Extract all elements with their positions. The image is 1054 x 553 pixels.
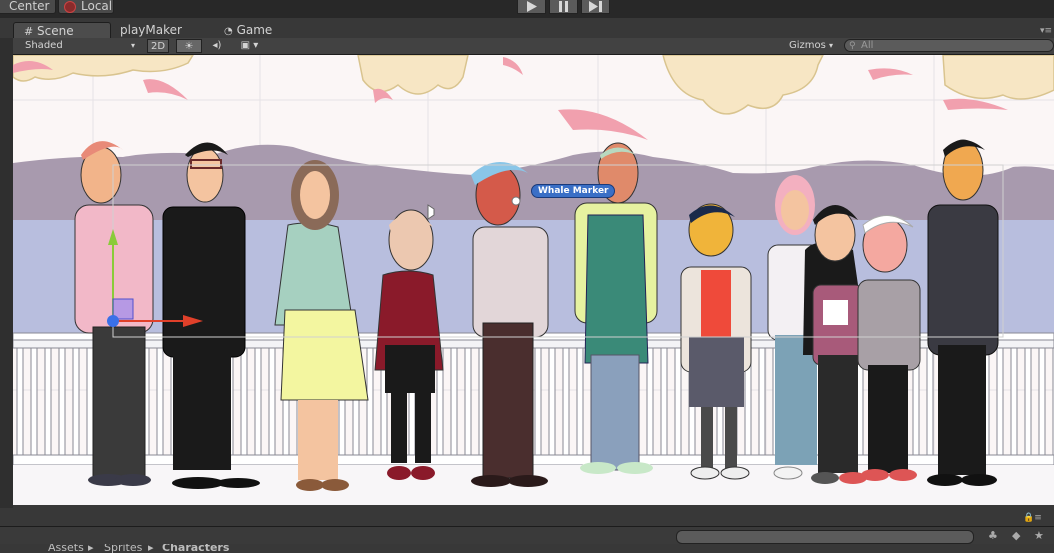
pause-icon [559, 1, 568, 12]
pivot-center-button[interactable]: Center [0, 0, 56, 14]
shading-mode-dropdown[interactable]: Shaded ▾ [13, 39, 141, 53]
baluster [86, 347, 94, 456]
tab-game-label: Game [236, 23, 273, 37]
gizmos-dropdown[interactable]: Gizmos ▾ [785, 39, 837, 53]
baluster [1010, 347, 1018, 456]
baluster [72, 347, 80, 456]
baluster [548, 347, 556, 456]
tab-playmaker-label: playMaker [120, 23, 182, 37]
baluster [1038, 347, 1046, 456]
baluster [156, 347, 164, 456]
search-placeholder: All [861, 40, 874, 51]
baluster [562, 347, 570, 456]
baluster [464, 347, 472, 456]
tab-game[interactable]: ◔ Game [224, 22, 272, 38]
lighting-toggle[interactable]: ☀ [176, 39, 202, 53]
gizmos-label: Gizmos [788, 40, 826, 51]
tab-scene[interactable]: # Scene [13, 22, 111, 38]
baluster [646, 347, 654, 456]
whale-marker-text: Whale Marker [538, 186, 609, 196]
baluster [534, 347, 542, 456]
tab-menu-icon[interactable]: ▾≡ [1040, 26, 1052, 36]
tab-scene-label: Scene [37, 24, 74, 38]
baluster [366, 347, 374, 456]
grid-icon: # [24, 25, 34, 38]
project-toolbar: 🔒≡ ♣ ◆ ★ [0, 513, 1054, 545]
mode-2d-label: 2D [150, 41, 166, 52]
play-icon [527, 1, 537, 12]
breadcrumb-separator: ▸ [148, 544, 154, 553]
shading-mode-value: Shaded [25, 40, 63, 51]
pivot-center-label: Center [9, 0, 50, 13]
baluster [996, 347, 1004, 456]
left-panel-edge [0, 38, 13, 508]
baluster [450, 347, 458, 456]
baluster [58, 347, 66, 456]
baluster [674, 347, 682, 456]
search-icon: ⚲ [849, 41, 856, 51]
step-button[interactable] [581, 0, 610, 14]
baluster [240, 347, 248, 456]
pivot-local-button[interactable]: Local [58, 0, 114, 14]
pacman-icon: ◔ [224, 26, 233, 37]
sun-icon: ☀ [184, 41, 194, 52]
dropdown-arrow-icon: ▾ [829, 41, 834, 50]
breadcrumb-characters[interactable]: Characters [162, 544, 229, 553]
baluster [576, 347, 584, 456]
project-search-input[interactable] [676, 530, 974, 544]
baluster [30, 347, 38, 456]
dropdown-arrow-icon: ▾ [131, 41, 136, 50]
play-button[interactable] [517, 0, 546, 14]
breadcrumb-separator: ▸ [88, 544, 94, 553]
lock-icon[interactable]: 🔒≡ [1023, 513, 1042, 523]
baluster [16, 347, 24, 456]
image-icon: ▣ ▾ [240, 40, 259, 51]
project-breadcrumb: Assets ▸ Sprites ▸ Characters [0, 544, 1054, 553]
filter-by-type-icon[interactable]: ♣ [988, 529, 998, 542]
scene-toolbar: Shaded ▾ 2D ☀ ◂) ▣ ▾ Gizmos ▾ ⚲ All [13, 38, 1054, 55]
mode-2d-toggle[interactable]: 2D [147, 39, 169, 53]
filter-by-label-icon[interactable]: ◆ [1012, 529, 1020, 542]
scene-artwork [13, 55, 1054, 505]
baluster [268, 347, 276, 456]
tab-playmaker[interactable]: playMaker [120, 22, 182, 38]
globe-icon [64, 1, 76, 13]
baluster [660, 347, 668, 456]
whale-marker-label[interactable]: Whale Marker [531, 184, 616, 198]
baluster [254, 347, 262, 456]
baluster [926, 347, 934, 456]
speaker-icon: ◂) [212, 40, 222, 51]
baluster [44, 347, 52, 456]
tab-bar: # Scene playMaker ◔ Game ▾≡ [0, 18, 1054, 38]
clouds [13, 55, 1054, 115]
playback-controls [517, 0, 610, 14]
audio-toggle[interactable]: ◂) [204, 39, 230, 53]
effects-toggle[interactable]: ▣ ▾ [233, 39, 266, 53]
pivot-local-label: Local [81, 0, 113, 13]
step-icon [589, 1, 602, 12]
baluster [758, 347, 766, 456]
pause-button[interactable] [549, 0, 578, 14]
breadcrumb-assets[interactable]: Assets [48, 544, 84, 553]
main-toolbar: Center Local [0, 0, 1054, 18]
favorites-star-icon[interactable]: ★ [1034, 529, 1044, 542]
breadcrumb-sprites[interactable]: Sprites [104, 544, 142, 553]
scene-search-input[interactable]: ⚲ All [844, 39, 1054, 52]
baluster [1024, 347, 1032, 456]
scene-viewport[interactable]: Whale Marker [13, 55, 1054, 505]
